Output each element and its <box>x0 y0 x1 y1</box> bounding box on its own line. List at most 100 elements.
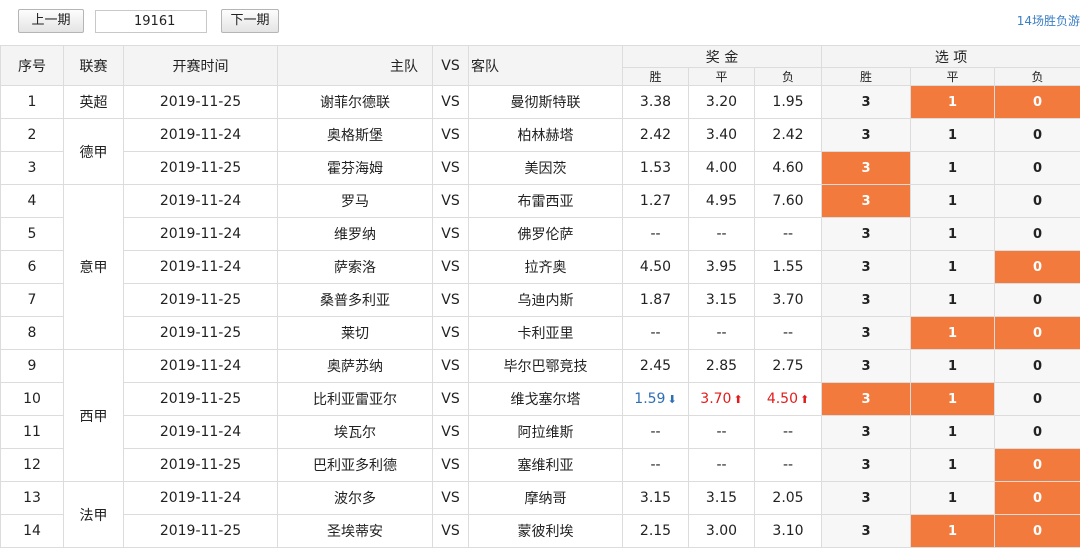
odds-draw: 4.95 <box>688 184 755 218</box>
period-input[interactable]: 19161 <box>95 10 207 33</box>
option-draw[interactable]: 1 <box>910 316 996 350</box>
match-date: 2019-11-24 <box>123 349 278 383</box>
match-index: 4 <box>0 184 64 218</box>
odds-value: 3.20 <box>705 94 738 110</box>
match-index: 6 <box>0 250 64 284</box>
home-team: 莱切 <box>277 316 433 350</box>
home-team: 圣埃蒂安 <box>277 514 433 548</box>
header-league: 联赛 <box>63 45 124 86</box>
next-period-button[interactable]: 下一期 <box>221 9 279 33</box>
odds-value: -- <box>782 325 794 341</box>
option-draw[interactable]: 1 <box>910 415 996 449</box>
option-draw[interactable]: 1 <box>910 217 996 251</box>
option-lose[interactable]: 0 <box>994 514 1080 548</box>
odds-lose: 3.70 <box>753 283 823 317</box>
header-away: 客队 <box>468 45 623 86</box>
option-win[interactable]: 3 <box>821 151 912 185</box>
option-lose[interactable]: 0 <box>994 349 1080 383</box>
option-lose[interactable]: 0 <box>994 217 1080 251</box>
home-team: 巴利亚多利德 <box>277 448 433 482</box>
odds-value: 2.15 <box>639 523 672 539</box>
odds-win: 3.38 <box>622 85 689 119</box>
header-option-win: 胜 <box>821 67 912 86</box>
match-index: 1 <box>0 85 64 119</box>
option-win[interactable]: 3 <box>821 481 912 515</box>
odds-win: -- <box>622 415 689 449</box>
home-team: 罗马 <box>277 184 433 218</box>
option-draw[interactable]: 1 <box>910 118 996 152</box>
odds-value: 3.38 <box>639 94 672 110</box>
home-team: 萨索洛 <box>277 250 433 284</box>
odds-value: 3.70 <box>772 292 804 308</box>
option-win[interactable]: 3 <box>821 316 912 350</box>
odds-lose: 1.55 <box>753 250 823 284</box>
odds-lose: 2.75 <box>753 349 823 383</box>
match-row: 10 2019-11-25 比利亚雷亚尔 VS 维戈塞尔塔 1.59 ⬇ 3.70 ⬆ 4.50 ⬆… <box>0 382 1080 416</box>
odds-draw: 3.70 ⬆ <box>688 382 755 416</box>
previous-period-button[interactable]: 上一期 <box>18 9 84 33</box>
odds-draw: 4.00 <box>688 151 755 185</box>
odds-value: 3.95 <box>705 259 738 275</box>
match-list: 1 英超 2019-11-25 谢菲尔德联 VS 曼彻斯特联 3.38 3.20 1.95 3 1 0… <box>0 85 1080 548</box>
match-date: 2019-11-24 <box>123 184 278 218</box>
option-win[interactable]: 3 <box>821 415 912 449</box>
arrow-down-icon: ⬇ <box>667 393 677 406</box>
option-win[interactable]: 3 <box>821 349 912 383</box>
odds-value: 2.85 <box>705 358 738 374</box>
option-win[interactable]: 3 <box>821 514 912 548</box>
match-row: 7 2019-11-25 桑普多利亚 VS 乌迪内斯 1.87 3.15 3.70 3 1 0 <box>0 283 1080 317</box>
option-win[interactable]: 3 <box>821 448 912 482</box>
option-draw[interactable]: 1 <box>910 481 996 515</box>
vs-label: VS <box>432 382 469 416</box>
option-lose[interactable]: 0 <box>994 283 1080 317</box>
option-lose[interactable]: 0 <box>994 448 1080 482</box>
option-lose[interactable]: 0 <box>994 316 1080 350</box>
option-draw[interactable]: 1 <box>910 250 996 284</box>
home-team: 奥格斯堡 <box>277 118 433 152</box>
option-lose[interactable]: 0 <box>994 250 1080 284</box>
option-win[interactable]: 3 <box>821 118 912 152</box>
odds-value: -- <box>782 457 794 473</box>
match-index: 3 <box>0 151 64 185</box>
header-vs: VS <box>432 45 469 86</box>
odds-value: -- <box>782 226 794 242</box>
odds-draw: -- <box>688 316 755 350</box>
option-lose[interactable]: 0 <box>994 85 1080 119</box>
option-lose[interactable]: 0 <box>994 382 1080 416</box>
option-win[interactable]: 3 <box>821 217 912 251</box>
option-draw[interactable]: 1 <box>910 283 996 317</box>
option-lose[interactable]: 0 <box>994 184 1080 218</box>
option-draw[interactable]: 1 <box>910 382 996 416</box>
home-team: 埃瓦尔 <box>277 415 433 449</box>
option-lose[interactable]: 0 <box>994 415 1080 449</box>
odds-value: 2.42 <box>772 127 804 143</box>
option-lose[interactable]: 0 <box>994 118 1080 152</box>
option-draw[interactable]: 1 <box>910 514 996 548</box>
option-draw[interactable]: 1 <box>910 448 996 482</box>
header-option-lose: 负 <box>994 67 1080 86</box>
option-win[interactable]: 3 <box>821 283 912 317</box>
match-index: 8 <box>0 316 64 350</box>
option-win[interactable]: 3 <box>821 250 912 284</box>
match-row: 3 2019-11-25 霍芬海姆 VS 美因茨 1.53 4.00 4.60 3 1 0 <box>0 151 1080 185</box>
option-win[interactable]: 3 <box>821 382 912 416</box>
lottery-type-link[interactable]: 14场胜负游 <box>1017 12 1080 29</box>
option-win[interactable]: 3 <box>821 184 912 218</box>
league-name: 意甲 <box>63 184 124 350</box>
odds-value: 2.42 <box>639 127 672 143</box>
option-lose[interactable]: 0 <box>994 481 1080 515</box>
option-draw[interactable]: 1 <box>910 184 996 218</box>
option-lose[interactable]: 0 <box>994 151 1080 185</box>
vs-label: VS <box>432 217 469 251</box>
odds-draw: 3.20 <box>688 85 755 119</box>
option-draw[interactable]: 1 <box>910 151 996 185</box>
header-prize-draw: 平 <box>688 67 755 86</box>
match-table: 序号 联赛 开赛时间 主队 VS 客队 奖 金 选 项 胜 平 负 胜 平 负 … <box>0 45 1080 548</box>
option-draw[interactable]: 1 <box>910 349 996 383</box>
home-team: 波尔多 <box>277 481 433 515</box>
option-win[interactable]: 3 <box>821 85 912 119</box>
option-draw[interactable]: 1 <box>910 85 996 119</box>
odds-win: 1.53 <box>622 151 689 185</box>
away-team: 维戈塞尔塔 <box>468 382 623 416</box>
vs-label: VS <box>432 184 469 218</box>
